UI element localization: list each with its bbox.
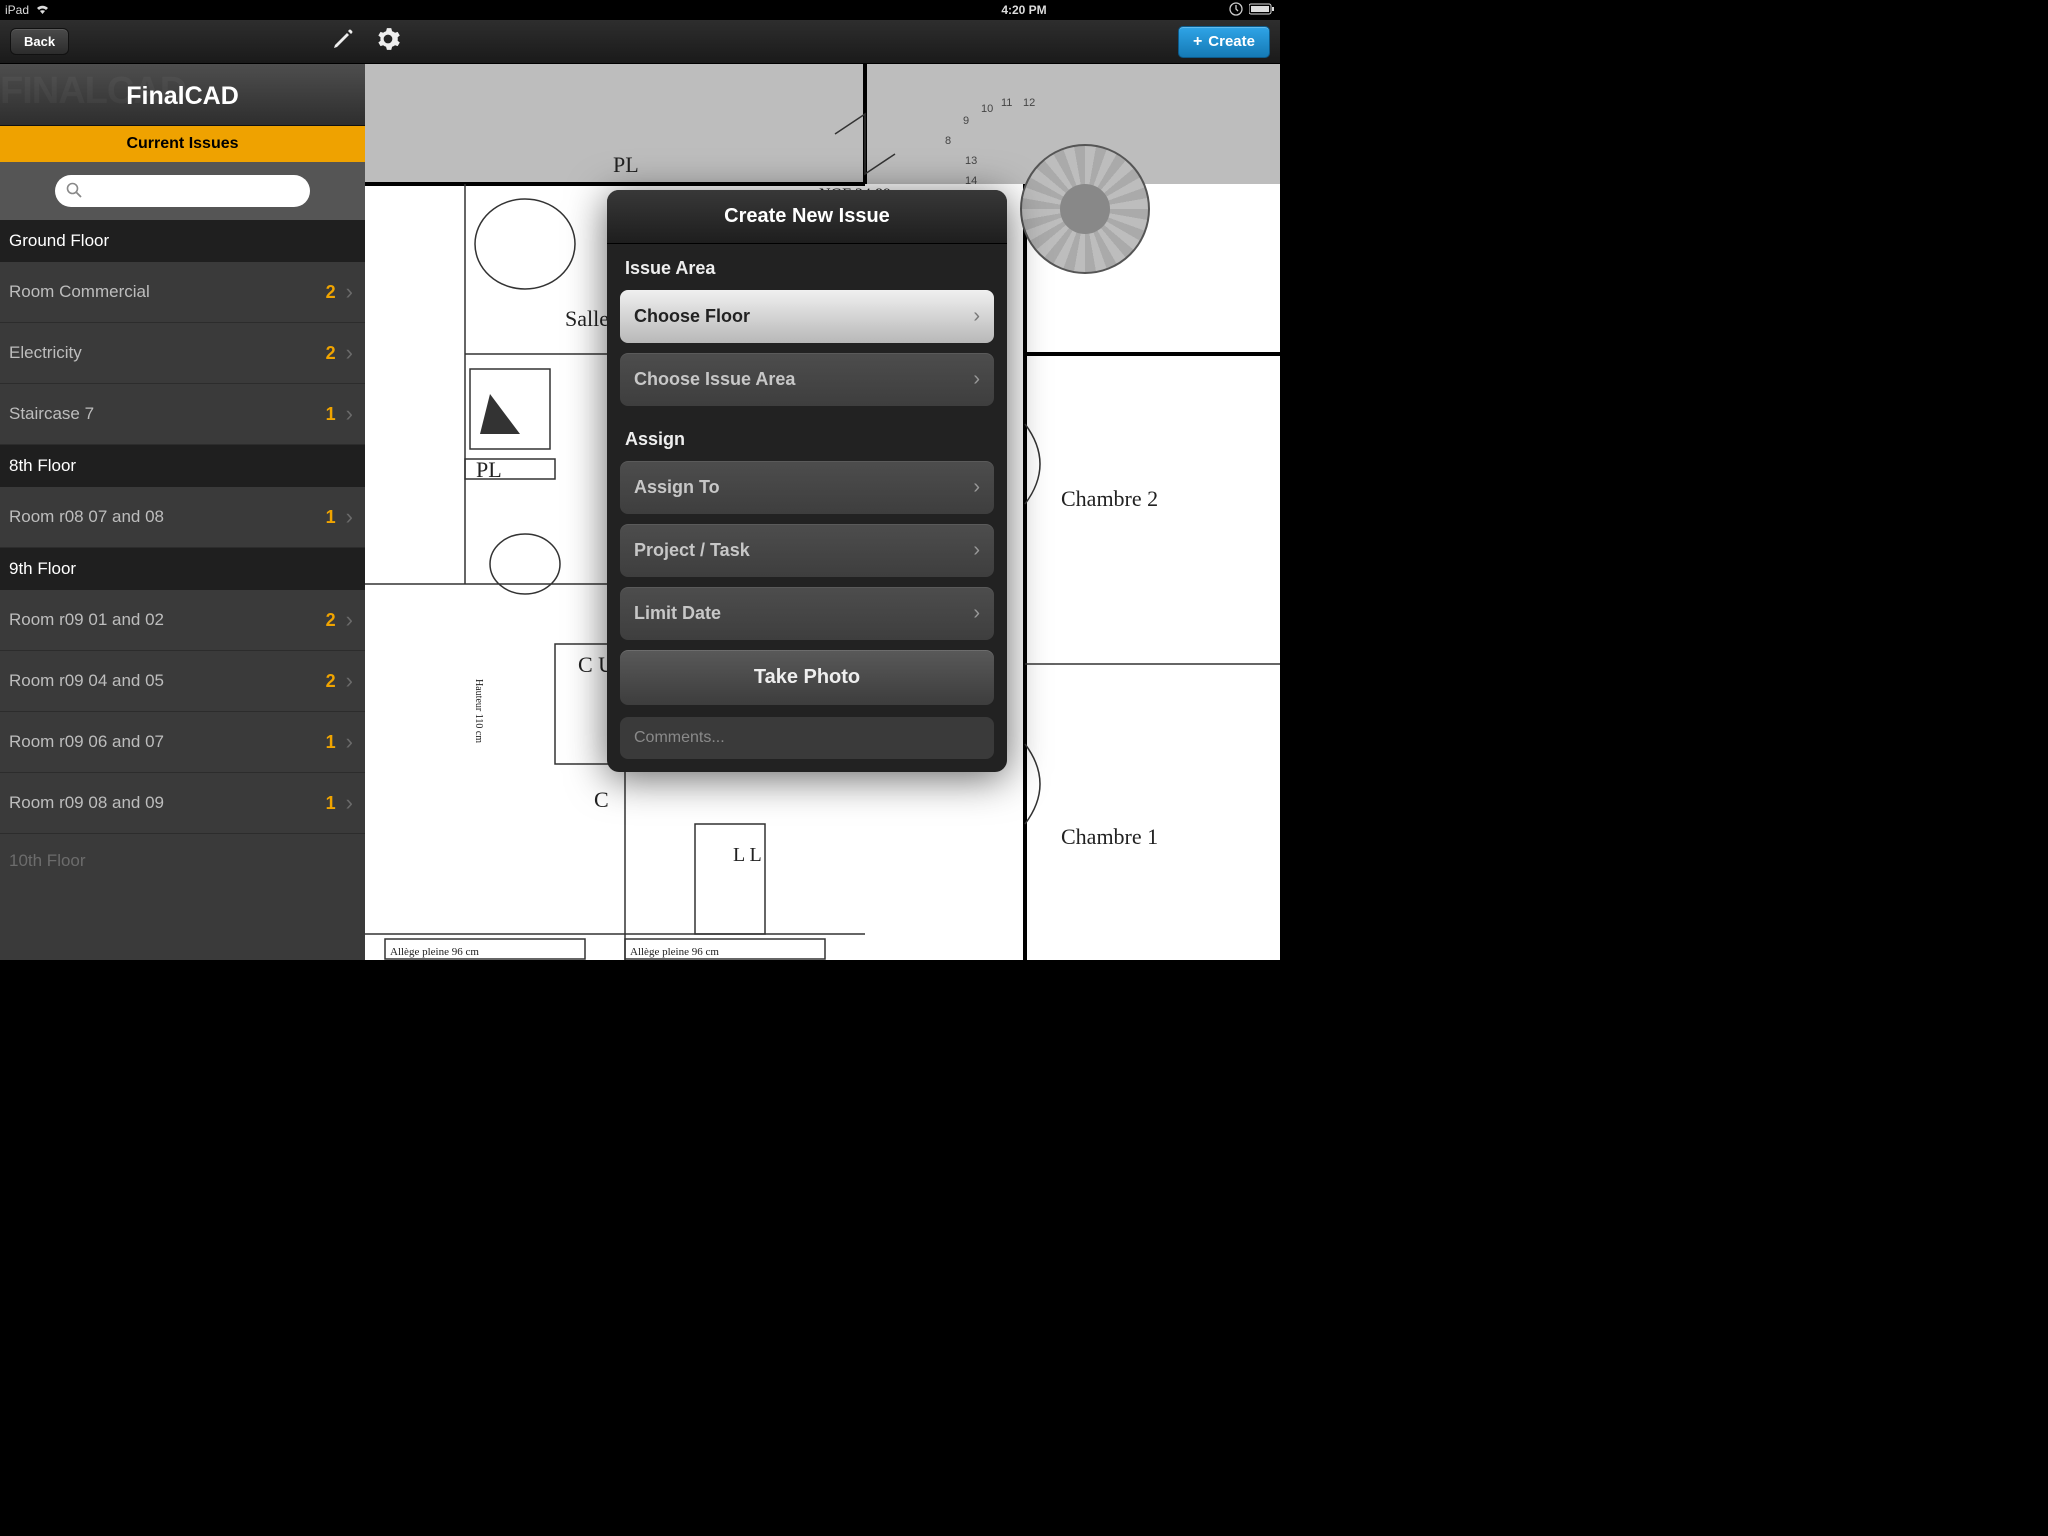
list-item[interactable]: Room Commercial 2 › [0, 262, 365, 323]
plan-label-salle: Salle [565, 306, 609, 332]
plan-label-allege2: Allège pleine 96 cm [630, 946, 719, 958]
issue-count: 1 [326, 404, 336, 425]
create-label: Create [1208, 33, 1255, 50]
chevron-right-icon: › [346, 790, 353, 816]
plan-label-pl2: PL [476, 457, 502, 483]
search-wrap [0, 162, 365, 220]
wifi-icon [35, 3, 50, 18]
plan-label-pl: PL [613, 152, 639, 178]
sync-icon [1229, 2, 1243, 19]
chevron-right-icon: › [973, 539, 980, 562]
row-label: Staircase 7 [9, 404, 94, 424]
svg-text:12: 12 [1023, 97, 1035, 109]
app-title-bar: FINALCAD FinalCAD [0, 64, 365, 126]
limit-date-label: Limit Date [634, 603, 721, 624]
issue-count: 2 [326, 282, 336, 303]
plan-label-cr: C [594, 787, 609, 813]
chevron-right-icon: › [973, 368, 980, 391]
settings-icon[interactable] [375, 26, 401, 57]
section-header: Ground Floor [0, 220, 365, 262]
section-header: 9th Floor [0, 548, 365, 590]
popover-title: Create New Issue [607, 190, 1007, 244]
nav-bar: Back + Create [0, 20, 1280, 64]
list-item[interactable]: Room r09 08 and 09 1 › [0, 773, 365, 834]
clock: 4:20 PM [1001, 3, 1046, 17]
comments-input[interactable]: Comments... [619, 716, 995, 760]
plan-label-chambre1: Chambre 1 [1061, 824, 1158, 850]
issue-count: 1 [326, 507, 336, 528]
section-header: 10th Floor [0, 834, 365, 888]
project-task-row[interactable]: Project / Task › [619, 523, 995, 578]
section-header: 8th Floor [0, 445, 365, 487]
section-assign: Assign [619, 415, 995, 460]
sidebar: FINALCAD FinalCAD Current Issues Ground … [0, 64, 365, 960]
edit-icon[interactable] [331, 27, 355, 56]
create-issue-popover: Create New Issue Issue Area Choose Floor… [607, 190, 1007, 772]
svg-text:11: 11 [1001, 97, 1012, 109]
list-item[interactable]: Electricity 2 › [0, 323, 365, 384]
issue-count: 2 [326, 671, 336, 692]
choose-area-label: Choose Issue Area [634, 369, 795, 390]
section-issue-area: Issue Area [619, 244, 995, 289]
chevron-right-icon: › [346, 607, 353, 633]
chevron-right-icon: › [346, 504, 353, 530]
list-item[interactable]: Staircase 7 1 › [0, 384, 365, 445]
assign-to-label: Assign To [634, 477, 720, 498]
issue-count: 1 [326, 732, 336, 753]
project-task-label: Project / Task [634, 540, 750, 561]
plan-label-chambre2: Chambre 2 [1061, 486, 1158, 512]
chevron-right-icon: › [973, 602, 980, 625]
row-label: Room r08 07 and 08 [9, 507, 164, 527]
create-button[interactable]: + Create [1178, 26, 1270, 58]
svg-text:9: 9 [963, 115, 969, 127]
chevron-right-icon: › [973, 305, 980, 328]
svg-text:14: 14 [965, 175, 977, 187]
back-button[interactable]: Back [10, 28, 69, 55]
status-bar: iPad 4:20 PM [0, 0, 1280, 20]
svg-text:10: 10 [981, 103, 993, 115]
carrier-label: iPad [5, 3, 29, 17]
battery-icon [1249, 3, 1275, 18]
chevron-right-icon: › [346, 668, 353, 694]
plus-icon: + [1193, 33, 1202, 51]
list-item[interactable]: Room r09 01 and 02 2 › [0, 590, 365, 651]
row-label: Room r09 04 and 05 [9, 671, 164, 691]
row-label: Room r09 08 and 09 [9, 793, 164, 813]
list-item[interactable]: Room r08 07 and 08 1 › [0, 487, 365, 548]
take-photo-button[interactable]: Take Photo [619, 649, 995, 706]
chevron-right-icon: › [346, 401, 353, 427]
chevron-right-icon: › [346, 279, 353, 305]
chevron-right-icon: › [346, 340, 353, 366]
issue-count: 2 [326, 610, 336, 631]
choose-floor-row[interactable]: Choose Floor › [619, 289, 995, 344]
svg-text:13: 13 [965, 155, 977, 167]
row-label: Electricity [9, 343, 82, 363]
issue-count: 1 [326, 793, 336, 814]
issue-count: 2 [326, 343, 336, 364]
issue-list[interactable]: Ground FloorRoom Commercial2›Electricity… [0, 220, 365, 960]
list-item[interactable]: Room r09 04 and 05 2 › [0, 651, 365, 712]
list-item[interactable]: Room r09 06 and 07 1 › [0, 712, 365, 773]
row-label: Room Commercial [9, 282, 150, 302]
tab-current-issues[interactable]: Current Issues [0, 126, 365, 162]
search-icon [66, 182, 82, 203]
row-label: Room r09 06 and 07 [9, 732, 164, 752]
chevron-right-icon: › [973, 476, 980, 499]
chevron-right-icon: › [346, 729, 353, 755]
floorplan-canvas[interactable]: 8 9 10 11 12 13 14 15 PL PL Salle C U C … [365, 64, 1280, 960]
choose-issue-area-row[interactable]: Choose Issue Area › [619, 352, 995, 407]
plan-label-ll: L L [733, 842, 762, 868]
choose-floor-label: Choose Floor [634, 306, 750, 327]
limit-date-row[interactable]: Limit Date › [619, 586, 995, 641]
svg-text:8: 8 [945, 135, 951, 147]
plan-label-hauteur: Hauteur 110 cm [473, 679, 484, 743]
plan-label-allege1: Allège pleine 96 cm [390, 946, 479, 958]
search-input[interactable] [55, 175, 310, 207]
row-label: Room r09 01 and 02 [9, 610, 164, 630]
assign-to-row[interactable]: Assign To › [619, 460, 995, 515]
